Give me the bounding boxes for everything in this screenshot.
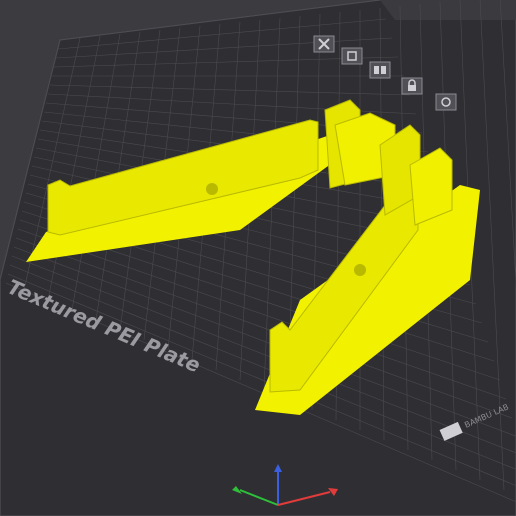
3d-viewport[interactable]: Textured PEI Plate BAMBU LAB: [0, 0, 516, 516]
part-right-hole: [354, 264, 366, 276]
part-left-hole: [206, 183, 218, 195]
close-icon[interactable]: [313, 35, 335, 53]
build-plate-scene[interactable]: Textured PEI Plate BAMBU LAB: [0, 0, 516, 516]
lock-file-icon[interactable]: [341, 47, 363, 65]
arrange-icon[interactable]: [369, 61, 391, 79]
settings-icon[interactable]: [435, 93, 457, 111]
lock-icon[interactable]: [401, 77, 423, 95]
